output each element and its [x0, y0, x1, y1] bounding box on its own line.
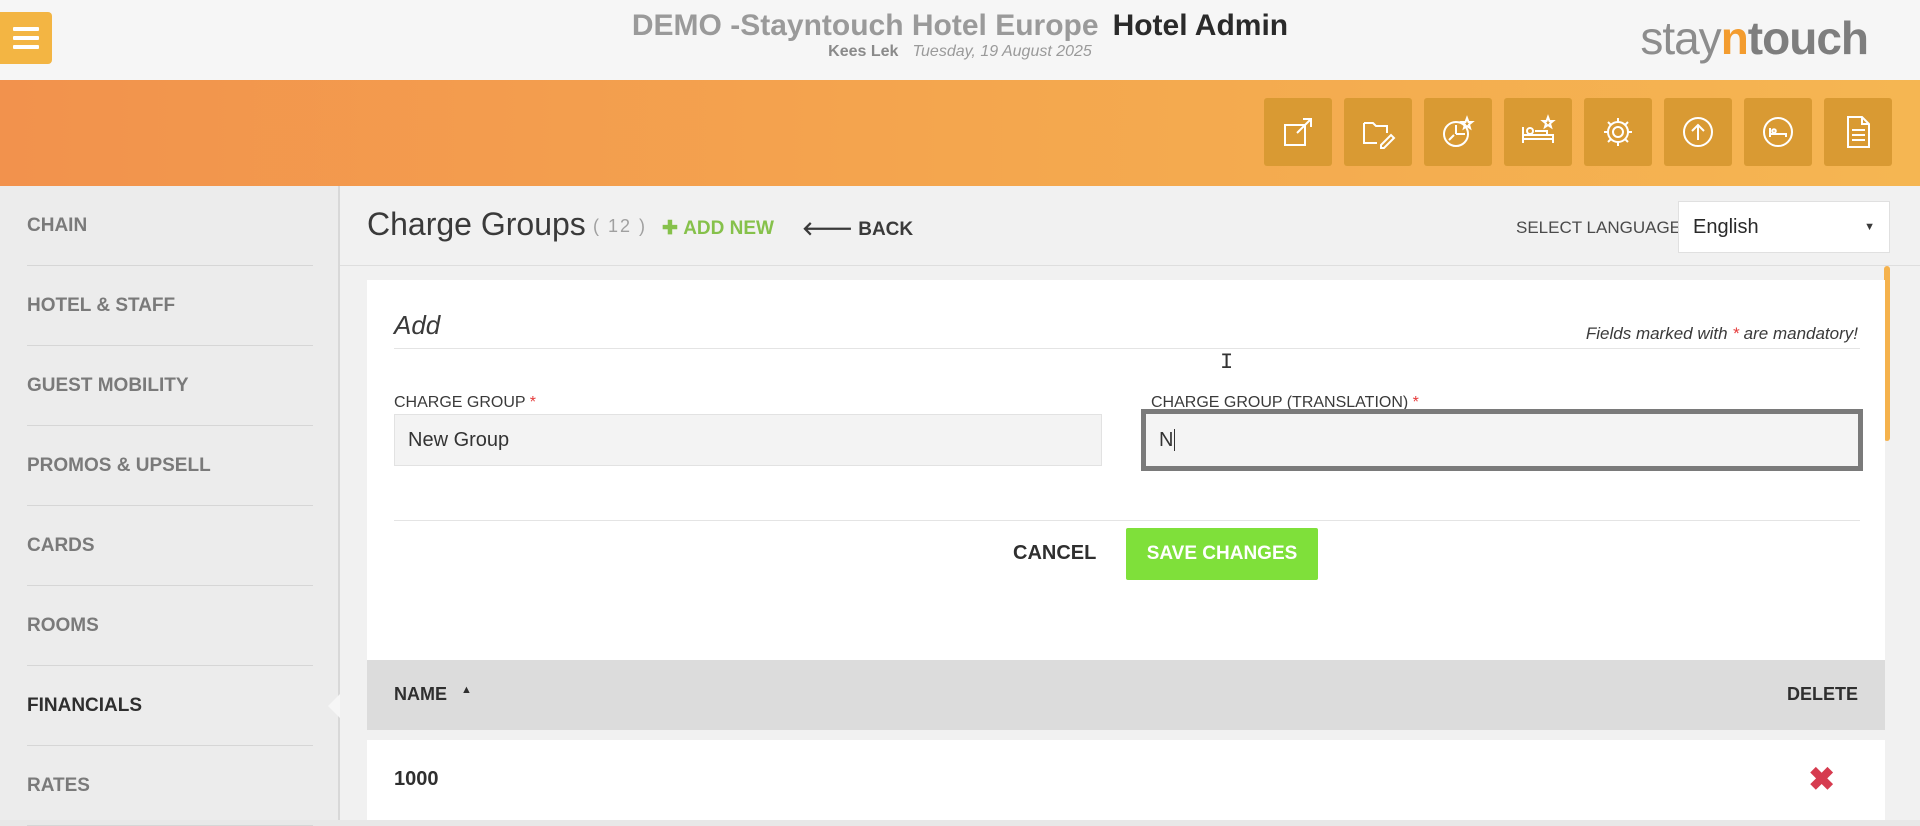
language-value: English	[1693, 215, 1759, 238]
sidebar-item-rates[interactable]: RATES	[27, 746, 313, 826]
table-header: NAME ▲ DELETE	[367, 660, 1885, 730]
charge-group-value: New Group	[408, 428, 510, 451]
sidebar-item-label: RATES	[27, 774, 90, 796]
mandatory-note-suffix: are mandatory!	[1738, 324, 1858, 343]
sidebar-item-hotel-staff[interactable]: HOTEL & STAFF	[27, 266, 313, 346]
back-label: BACK	[858, 219, 914, 240]
save-changes-button[interactable]: SAVE CHANGES	[1126, 528, 1318, 580]
sidebar-item-guest-mobility[interactable]: GUEST MOBILITY	[27, 346, 313, 426]
translation-input[interactable]: N	[1141, 409, 1863, 471]
upload-icon[interactable]	[1664, 98, 1732, 166]
app-name: Hotel Admin	[1112, 9, 1289, 42]
sidebar-item-label: PROMOS & UPSELL	[27, 454, 211, 476]
row-name[interactable]: 1000	[394, 768, 439, 791]
charge-group-input[interactable]: New Group	[394, 414, 1102, 466]
item-count: ( 12 )	[593, 216, 648, 236]
column-header-name[interactable]: NAME	[394, 684, 447, 705]
sidebar-item-label: CHAIN	[27, 214, 88, 236]
sort-ascending-icon[interactable]: ▲	[461, 684, 472, 696]
sidebar-item-label: GUEST MOBILITY	[27, 374, 189, 396]
sidebar-item-label: HOTEL & STAFF	[27, 294, 176, 316]
sidebar: CHAIN HOTEL & STAFF GUEST MOBILITY PROMO…	[0, 186, 342, 826]
sidebar-item-label: FINANCIALS	[27, 694, 143, 716]
mandatory-note-prefix: Fields marked with	[1585, 324, 1733, 343]
folder-edit-icon[interactable]	[1344, 98, 1412, 166]
text-cursor-icon: I	[1220, 350, 1234, 375]
plus-icon: ✚	[662, 218, 678, 239]
logo-part-stay: stay	[1640, 12, 1721, 64]
bed-star-icon[interactable]	[1504, 98, 1572, 166]
charge-group-label: CHARGE GROUP *	[394, 394, 536, 412]
logo-part-n: n	[1720, 12, 1749, 64]
mandatory-note: Fields marked with * are mandatory!	[1586, 324, 1858, 344]
required-star: *	[529, 394, 536, 411]
required-star: *	[1732, 324, 1739, 343]
sidebar-item-label: CARDS	[27, 534, 95, 556]
document-icon[interactable]	[1824, 98, 1892, 166]
add-new-label: ADD NEW	[683, 218, 774, 239]
language-select[interactable]: English ▼	[1678, 201, 1890, 253]
arrow-left-icon: 🡐	[802, 219, 853, 240]
translation-value: N	[1159, 428, 1174, 451]
page-title: Charge Groups	[367, 206, 586, 242]
external-link-icon[interactable]	[1264, 98, 1332, 166]
table-row[interactable]: 1000 ✖	[367, 740, 1885, 820]
divider	[394, 520, 1860, 521]
column-header-delete: DELETE	[1786, 684, 1858, 704]
select-language-label: SELECT LANGUAGE	[1516, 218, 1682, 237]
sidebar-item-chain[interactable]: CHAIN	[27, 186, 313, 266]
caret-down-icon: ▼	[1864, 221, 1875, 233]
stayntouch-logo: stayntouch	[1640, 10, 1869, 66]
sidebar-item-label: ROOMS	[27, 614, 99, 636]
chart-star-icon[interactable]	[1424, 98, 1492, 166]
cancel-button[interactable]: CANCEL	[1013, 542, 1096, 565]
sidebar-item-promos-upsell[interactable]: PROMOS & UPSELL	[27, 426, 313, 506]
hotel-name: DEMO -Stayntouch Hotel Europe	[631, 9, 1099, 42]
title-block: DEMO -Stayntouch Hotel Europe Hotel Admin…	[0, 8, 1920, 62]
back-button[interactable]: 🡐 BACK	[802, 217, 913, 241]
add-new-button[interactable]: ✚ ADD NEW	[662, 217, 774, 240]
sidebar-item-financials[interactable]: FINANCIALS	[27, 666, 313, 746]
user-name: Kees Lek	[828, 43, 899, 60]
charge-group-label-text: CHARGE GROUP	[394, 394, 526, 411]
sidebar-item-rooms[interactable]: ROOMS	[27, 586, 313, 666]
gear-icon[interactable]	[1584, 98, 1652, 166]
toolbar	[1264, 98, 1892, 166]
add-form-card: Add Fields marked with * are mandatory! …	[367, 280, 1885, 660]
main-content: Charge Groups ( 12 ) ✚ ADD NEW 🡐 BACK SE…	[340, 186, 1920, 820]
bed-circle-icon[interactable]	[1744, 98, 1812, 166]
text-caret	[1174, 429, 1176, 451]
sidebar-item-cards[interactable]: CARDS	[27, 506, 313, 586]
page-header: Charge Groups ( 12 ) ✚ ADD NEW 🡐 BACK SE…	[340, 186, 1920, 266]
business-date: Tuesday, 19 August 2025	[912, 43, 1092, 60]
form-heading: Add	[394, 310, 441, 340]
header-band	[0, 80, 1920, 186]
logo-part-touch: touch	[1747, 12, 1869, 64]
divider	[394, 348, 1860, 349]
delete-icon[interactable]: ✖	[1808, 760, 1835, 798]
top-bar: DEMO -Stayntouch Hotel Europe Hotel Admin…	[0, 0, 1920, 80]
